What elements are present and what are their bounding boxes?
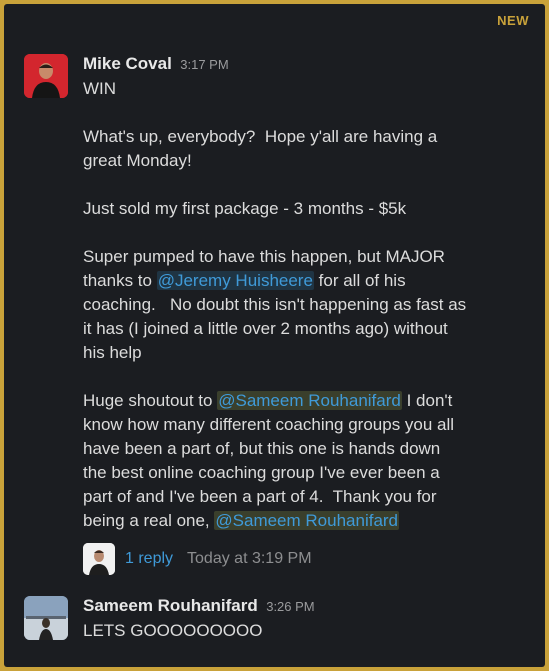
mention-sameem-rouhanifard[interactable]: @Sameem Rouhanifard bbox=[214, 511, 400, 530]
message-panel: NEW Mike Coval 3:17 PM WIN What's up, eve… bbox=[4, 4, 545, 667]
message-line: know how many different coaching groups … bbox=[83, 415, 455, 434]
mention-jeremy-huisheere[interactable]: @Jeremy Huisheere bbox=[156, 271, 314, 290]
message-line: it has (I joined a little over 2 months … bbox=[83, 319, 448, 338]
author-name[interactable]: Sameem Rouhanifard bbox=[83, 596, 258, 615]
message-line: Huge shoutout to @Sameem Rouhanifard I d… bbox=[83, 389, 531, 413]
message-line: Just sold my first package - 3 months - … bbox=[83, 199, 407, 218]
timestamp[interactable]: 3:17 PM bbox=[180, 57, 228, 72]
message-body: WIN What's up, everybody? Hope y'all are … bbox=[83, 77, 531, 533]
text-span: thanks to bbox=[83, 271, 157, 290]
message-header: Sameem Rouhanifard 3:26 PM bbox=[83, 596, 531, 616]
avatar[interactable] bbox=[24, 54, 68, 98]
text-span: I don't bbox=[401, 391, 453, 410]
message-body: LETS GOOOOOOOOO bbox=[83, 621, 263, 640]
thread-summary[interactable]: 1 reply Today at 3:19 PM bbox=[83, 541, 312, 577]
message-line: great Monday! bbox=[83, 151, 192, 170]
message-line: What's up, everybody? Hope y'all are hav… bbox=[83, 127, 438, 146]
timestamp[interactable]: 3:26 PM bbox=[266, 599, 314, 614]
reply-avatar bbox=[83, 543, 115, 575]
message-line: Super pumped to have this happen, but MA… bbox=[83, 247, 445, 266]
message-line: part of and I've been a part of 4. Thank… bbox=[83, 487, 437, 506]
message-line: the best online coaching group I've ever… bbox=[83, 463, 440, 482]
text-span: for all of his bbox=[313, 271, 406, 290]
mention-sameem-rouhanifard[interactable]: @Sameem Rouhanifard bbox=[217, 391, 402, 410]
message-line: WIN bbox=[83, 79, 117, 98]
message-line: thanks to @Jeremy Huisheere for all of h… bbox=[83, 269, 531, 293]
reply-count-link[interactable]: 1 reply bbox=[125, 550, 173, 568]
message-line: being a real one, @Sameem Rouhanifard bbox=[83, 509, 531, 533]
author-name[interactable]: Mike Coval bbox=[83, 54, 172, 73]
avatar[interactable] bbox=[24, 596, 68, 640]
new-messages-label: NEW bbox=[497, 13, 529, 28]
text-span: being a real one, bbox=[83, 511, 215, 530]
text-span: Huge shoutout to bbox=[83, 391, 218, 410]
message-line: his help bbox=[83, 343, 142, 362]
message-line: coaching. No doubt this isn't happening … bbox=[83, 295, 467, 314]
message-line: have been a part of, but this one is han… bbox=[83, 439, 441, 458]
message-header: Mike Coval 3:17 PM bbox=[83, 54, 531, 74]
reply-time: Today at 3:19 PM bbox=[187, 550, 312, 567]
